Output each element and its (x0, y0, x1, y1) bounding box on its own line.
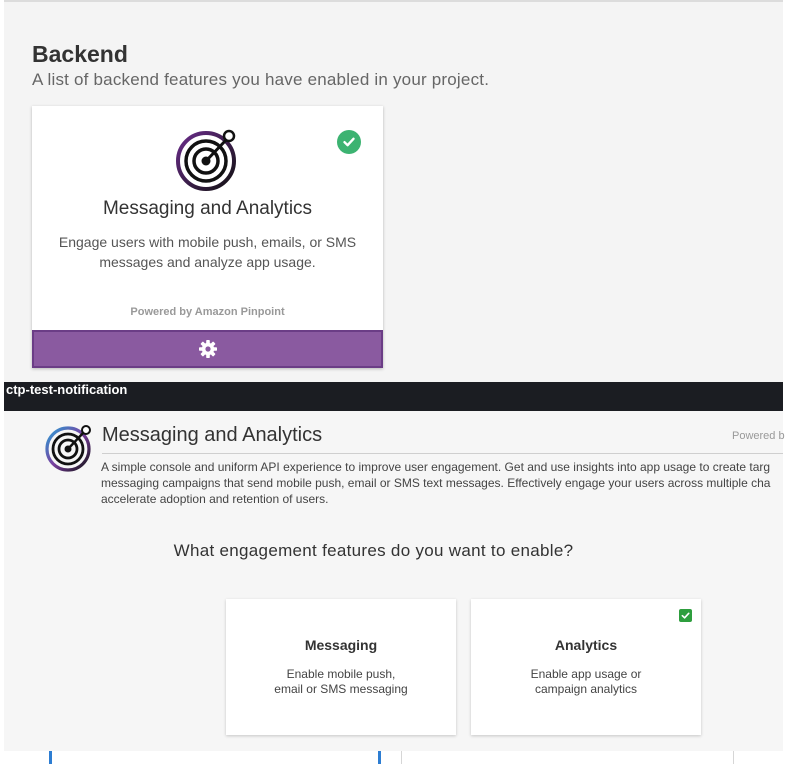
top-divider (4, 0, 783, 2)
backend-title: Backend (32, 41, 128, 67)
card-description-line: Engage users with mobile push, emails, o… (58, 234, 357, 250)
description-line: accelerate adoption and retention of use… (101, 492, 329, 506)
engagement-question: What engagement features do you want to … (173, 541, 574, 560)
panel-edge-line (733, 751, 734, 764)
card-title: Messaging and Analytics (102, 198, 313, 219)
option-title: Analytics (554, 637, 618, 653)
messaging-analytics-feature-card[interactable]: Messaging and Analytics Engage users wit… (32, 106, 383, 368)
panel-edge-line (401, 751, 402, 764)
backend-panel: Backend A list of backend features you h… (4, 0, 783, 382)
card-description: Engage users with mobile push, emails, o… (52, 232, 363, 272)
title-divider (102, 453, 783, 454)
backend-subtitle: A list of backend features you have enab… (32, 70, 490, 89)
bottom-strip (4, 751, 783, 764)
powered-by-label: Powered b (732, 430, 785, 442)
card-settings-button[interactable] (32, 330, 383, 368)
gear-icon (198, 340, 217, 358)
option-description: Enable mobile push, email or SMS messagi… (236, 667, 446, 697)
description-line: messaging campaigns that send mobile pus… (101, 476, 771, 490)
analytics-option-card[interactable]: Analytics Enable app usage or campaign a… (471, 599, 701, 735)
section-description: A simple console and uniform API experie… (101, 459, 783, 507)
option-title: Messaging (304, 637, 378, 653)
messaging-option-card[interactable]: Messaging Enable mobile push, email or S… (226, 599, 456, 735)
project-header-bar: ctp-test-notification (4, 382, 783, 411)
option-description-line: Enable mobile push, (286, 667, 396, 681)
option-description-line: email or SMS messaging (274, 682, 408, 696)
target-icon (45, 425, 91, 472)
section-title: Messaging and Analytics (102, 424, 323, 446)
enabled-check-icon (337, 130, 361, 154)
feature-config-panel: Messaging and Analytics Powered b A simp… (4, 411, 785, 751)
description-line: A simple console and uniform API experie… (101, 460, 771, 474)
target-icon (176, 129, 236, 191)
check-icon (681, 612, 690, 619)
powered-by-label: Powered by Amazon Pinpoint (130, 306, 285, 318)
project-name: ctp-test-notification (6, 382, 128, 397)
option-description: Enable app usage or campaign analytics (481, 667, 691, 697)
panel-edge-line (378, 751, 381, 764)
option-description-line: campaign analytics (534, 682, 638, 696)
card-description-line: messages and analyze app usage. (99, 254, 316, 270)
panel-edge-line (49, 751, 52, 764)
option-description-line: Enable app usage or (530, 667, 642, 681)
analytics-checkbox[interactable] (679, 609, 692, 622)
